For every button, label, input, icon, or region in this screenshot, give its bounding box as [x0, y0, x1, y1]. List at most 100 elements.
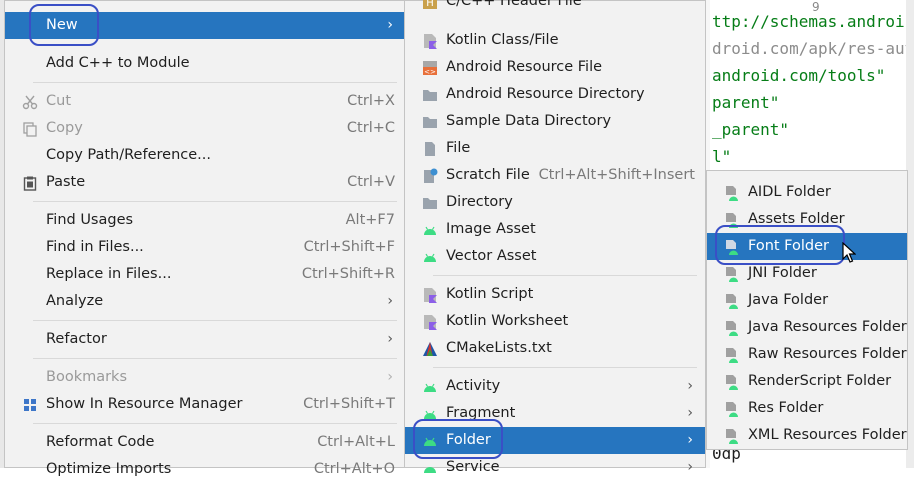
menu-item-label: Optimize Imports: [46, 461, 172, 477]
folder-icon: [423, 117, 437, 128]
menu-item-label: Find Usages: [46, 212, 134, 228]
menu-item-label: Show In Resource Manager: [46, 396, 243, 412]
menu-item-label: Android Resource File: [446, 59, 603, 75]
scratch-file-icon: [424, 168, 438, 183]
menu-item-file[interactable]: File: [405, 135, 705, 162]
menu-item-cut[interactable]: Cut Ctrl+X: [5, 88, 405, 115]
new-submenu: H C/C++ Header File Kotlin Class/File <>…: [404, 0, 706, 475]
separator: [33, 82, 397, 83]
menu-item-replace-in-files[interactable]: Replace in Files... Ctrl+Shift+R: [5, 261, 405, 288]
menu-item-kotlin-class[interactable]: Kotlin Class/File: [405, 27, 705, 54]
menu-item-bookmarks[interactable]: Bookmarks ›: [5, 364, 405, 391]
menu-item-raw-resources-folder[interactable]: Raw Resources Folder: [707, 341, 907, 368]
menu-item-android-resource-directory[interactable]: Android Resource Directory: [405, 81, 705, 108]
kotlin-file-icon: [424, 34, 437, 49]
shortcut-text: Ctrl+X: [347, 93, 395, 109]
menu-item-label: Directory: [446, 194, 513, 210]
android-file-icon: [726, 294, 738, 309]
chevron-right-icon: ›: [687, 432, 693, 448]
menu-item-java-folder[interactable]: Java Folder: [707, 287, 907, 314]
menu-item-label: Copy: [46, 120, 83, 136]
shortcut-text: Ctrl+Shift+F: [303, 239, 395, 255]
menu-item-res-folder[interactable]: Res Folder: [707, 395, 907, 422]
menu-item-label: Find in Files...: [46, 239, 144, 255]
shortcut-text: Ctrl+C: [346, 120, 395, 136]
code-line: l": [712, 147, 732, 166]
resource-file-icon: <>: [423, 61, 437, 76]
highlight-font-folder: [715, 225, 845, 265]
separator: [433, 275, 697, 276]
context-menu: New › Add C++ to Module Cut Ctrl+X Copy …: [4, 0, 406, 477]
code-line: android.com/tools": [712, 66, 886, 85]
menu-item-vector-asset[interactable]: Vector Asset: [405, 243, 705, 270]
menu-item-add-cpp[interactable]: Add C++ to Module: [5, 50, 405, 77]
menu-item-renderscript-folder[interactable]: RenderScript Folder: [707, 368, 907, 395]
shortcut-text: Alt+F7: [345, 212, 395, 228]
menu-item-sample-data-directory[interactable]: Sample Data Directory: [405, 108, 705, 135]
cmake-icon: [423, 342, 437, 356]
menu-item-directory[interactable]: Directory: [405, 189, 705, 216]
chevron-right-icon: ›: [387, 369, 393, 385]
menu-item-label: Kotlin Script: [446, 286, 534, 302]
menu-item-label: Sample Data Directory: [446, 113, 612, 129]
menu-item-analyze[interactable]: Analyze ›: [5, 288, 405, 315]
separator: [33, 423, 397, 424]
chevron-right-icon: ›: [387, 17, 393, 33]
copy-icon: [23, 122, 37, 137]
menu-item-xml-resources-folder[interactable]: XML Resources Folder: [707, 422, 907, 449]
menu-item-activity[interactable]: Activity ›: [405, 373, 705, 400]
menu-item-label: XML Resources Folder: [748, 427, 907, 443]
menu-item-find-in-files[interactable]: Find in Files... Ctrl+Shift+F: [5, 234, 405, 261]
android-file-icon: [726, 186, 738, 201]
menu-item-kotlin-worksheet[interactable]: Kotlin Worksheet: [405, 308, 705, 335]
menu-item-refactor[interactable]: Refactor ›: [5, 326, 405, 353]
menu-item-image-asset[interactable]: Image Asset: [405, 216, 705, 243]
android-icon: [424, 226, 436, 235]
menu-item-label: RenderScript Folder: [748, 373, 892, 389]
menu-item-optimize-imports[interactable]: Optimize Imports Ctrl+Alt+O: [5, 456, 405, 483]
menu-item-kotlin-script[interactable]: Kotlin Script: [405, 281, 705, 308]
shortcut-text: Ctrl+Shift+R: [301, 266, 395, 282]
code-line: ttp://schemas.androic: [712, 12, 914, 31]
menu-item-label: Android Resource Directory: [446, 86, 645, 102]
menu-item-label: Paste: [46, 174, 86, 190]
menu-item-label: C/C++ Header File: [446, 0, 582, 9]
menu-item-label: Copy Path/Reference...: [46, 147, 211, 163]
svg-text:H: H: [426, 0, 434, 9]
menu-item-android-resource-file[interactable]: <> Android Resource File: [405, 54, 705, 81]
menu-item-show-in-resource-manager[interactable]: Show In Resource Manager Ctrl+Shift+T: [5, 391, 405, 418]
header-file-icon: H: [423, 0, 437, 9]
file-icon: [425, 142, 435, 156]
chevron-right-icon: ›: [687, 378, 693, 394]
menu-item-label: AIDL Folder: [748, 184, 831, 200]
shortcut-text: Ctrl+Alt+O: [313, 461, 395, 477]
folder-icon: [423, 198, 437, 209]
android-file-icon: [726, 429, 738, 444]
menu-item-label: Image Asset: [446, 221, 536, 237]
shortcut-text: Ctrl+Shift+T: [303, 396, 395, 412]
menu-item-aidl-folder[interactable]: AIDL Folder: [707, 179, 907, 206]
menu-item-copy[interactable]: Copy Ctrl+C: [5, 115, 405, 142]
menu-item-copy-path[interactable]: Copy Path/Reference...: [5, 142, 405, 169]
menu-item-scratch-file[interactable]: Scratch File Ctrl+Alt+Shift+Insert: [405, 162, 705, 189]
folder-submenu: AIDL Folder Assets Folder Font Folder JN…: [706, 170, 908, 450]
menu-item-label: Replace in Files...: [46, 266, 172, 282]
menu-item-label: CMakeLists.txt: [446, 340, 552, 356]
menu-item-reformat-code[interactable]: Reformat Code Ctrl+Alt+L: [5, 429, 405, 456]
menu-item-label: Java Folder: [748, 292, 829, 308]
menu-item-paste[interactable]: Paste Ctrl+V: [5, 169, 405, 196]
menu-item-header-file[interactable]: H C/C++ Header File: [405, 0, 705, 15]
menu-item-java-resources-folder[interactable]: Java Resources Folder: [707, 314, 907, 341]
menu-item-cmakelists[interactable]: CMakeLists.txt: [405, 335, 705, 362]
svg-text:<>: <>: [424, 68, 436, 76]
menu-item-label: Add C++ to Module: [46, 55, 190, 71]
chevron-right-icon: ›: [687, 405, 693, 421]
menu-item-label: Bookmarks: [46, 369, 128, 385]
highlight-new: [29, 4, 99, 46]
shortcut-text: Ctrl+Alt+L: [317, 434, 395, 450]
android-file-icon: [726, 375, 738, 390]
separator: [33, 320, 397, 321]
menu-item-find-usages[interactable]: Find Usages Alt+F7: [5, 207, 405, 234]
android-file-icon: [726, 267, 738, 282]
shortcut-text: Ctrl+V: [347, 174, 395, 190]
